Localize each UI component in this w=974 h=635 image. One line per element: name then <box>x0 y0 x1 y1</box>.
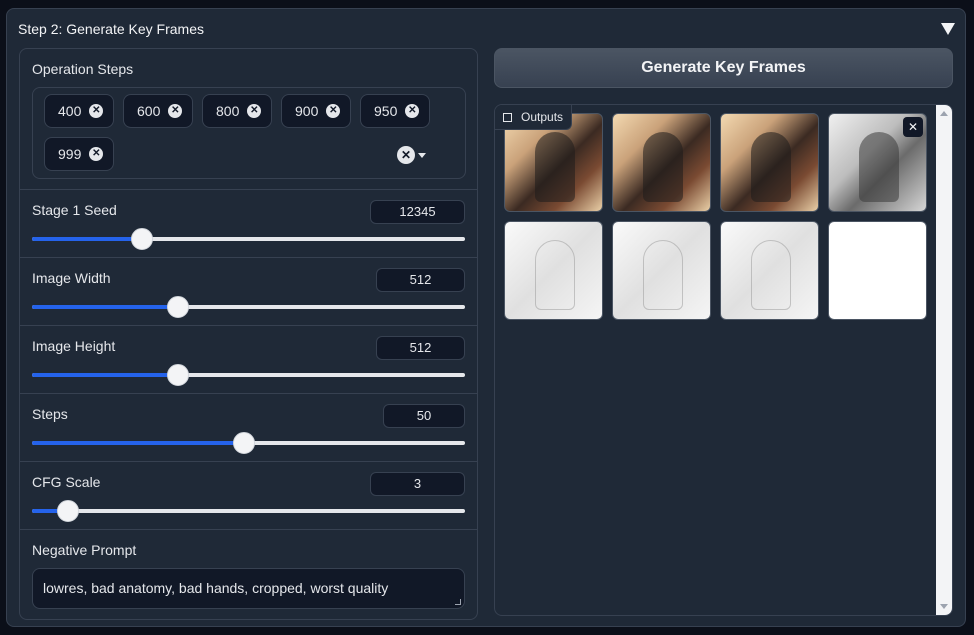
collapse-triangle-icon[interactable] <box>941 23 955 35</box>
height-slider[interactable] <box>32 364 465 386</box>
remove-chip-icon[interactable]: ✕ <box>89 147 104 161</box>
gallery-scrollbar[interactable] <box>936 105 952 615</box>
output-thumbnail[interactable] <box>612 221 711 320</box>
steps-slider-thumb[interactable] <box>233 432 256 454</box>
remove-chip-icon[interactable]: ✕ <box>247 104 262 118</box>
steps-block: Steps 50 <box>20 394 477 462</box>
chip-label: 900 <box>295 103 319 119</box>
height-slider-thumb[interactable] <box>167 364 190 386</box>
figure-shape <box>751 132 791 202</box>
step2-accordion: Step 2: Generate Key Frames Operation St… <box>6 8 966 627</box>
generate-key-frames-button[interactable]: Generate Key Frames <box>494 48 953 88</box>
height-slider-fill <box>32 373 179 377</box>
cfg-slider-thumb[interactable] <box>56 500 79 522</box>
operation-steps-label: Operation Steps <box>32 61 134 77</box>
negative-prompt-textarea[interactable]: lowres, bad anatomy, bad hands, cropped,… <box>32 568 465 609</box>
chip-400: 400 ✕ <box>44 94 114 128</box>
cfg-number-input[interactable]: 3 <box>370 472 465 496</box>
chip-label: 950 <box>374 103 398 119</box>
chip-label: 800 <box>216 103 240 119</box>
chevron-down-icon[interactable] <box>418 153 426 158</box>
seed-block: Stage 1 Seed 12345 <box>20 190 477 258</box>
steps-number-input[interactable]: 50 <box>383 404 465 428</box>
chip-900: 900 ✕ <box>281 94 351 128</box>
remove-chip-icon[interactable]: ✕ <box>405 104 420 118</box>
settings-panel: Operation Steps 400 ✕ 600 ✕ 800 ✕ 900 ✕ 950 ✕… <box>19 48 478 620</box>
negative-prompt-block: Negative Prompt lowres, bad anatomy, bad… <box>20 530 477 619</box>
negative-prompt-text: lowres, bad anatomy, bad hands, cropped,… <box>43 580 389 596</box>
height-block: Image Height 512 <box>20 326 477 394</box>
figure-shape <box>535 132 575 202</box>
remove-chip-icon[interactable]: ✕ <box>326 104 341 118</box>
clear-all-icon[interactable]: ✕ <box>397 146 415 164</box>
figure-shape <box>643 240 683 310</box>
chip-label: 400 <box>58 103 82 119</box>
outputs-gallery: Outputs ✕ <box>494 104 953 616</box>
width-label: Image Width <box>32 270 111 286</box>
seed-slider-thumb[interactable] <box>131 228 154 250</box>
cfg-label: CFG Scale <box>32 474 101 490</box>
width-slider-thumb[interactable] <box>167 296 190 318</box>
scroll-down-arrow-icon[interactable] <box>940 604 948 609</box>
outputs-label-text: Outputs <box>521 110 564 124</box>
steps-label: Steps <box>32 406 68 422</box>
steps-slider[interactable] <box>32 432 465 454</box>
outputs-label: Outputs <box>495 105 573 130</box>
width-block: Image Width 512 <box>20 258 477 326</box>
chip-800: 800 ✕ <box>202 94 272 128</box>
height-label: Image Height <box>32 338 116 354</box>
accordion-title[interactable]: Step 2: Generate Key Frames <box>18 21 204 37</box>
seed-number-input[interactable]: 12345 <box>370 200 465 224</box>
output-thumbnail[interactable] <box>828 221 927 320</box>
cfg-slider[interactable] <box>32 500 465 522</box>
seed-slider[interactable] <box>32 228 465 250</box>
steps-slider-fill <box>32 441 245 445</box>
scroll-up-arrow-icon[interactable] <box>940 111 948 116</box>
remove-chip-icon[interactable]: ✕ <box>89 104 104 118</box>
remove-chip-icon[interactable]: ✕ <box>168 104 183 118</box>
output-thumbnail[interactable] <box>504 221 603 320</box>
chip-950: 950 ✕ <box>360 94 430 128</box>
figure-shape <box>751 240 791 310</box>
seed-slider-fill <box>32 237 143 241</box>
operation-steps-multiselect[interactable]: 400 ✕ 600 ✕ 800 ✕ 900 ✕ 950 ✕ 999 ✕ ✕ <box>32 87 466 179</box>
chip-999: 999 ✕ <box>44 137 114 171</box>
negative-prompt-label: Negative Prompt <box>32 542 137 558</box>
image-icon <box>503 113 512 122</box>
cfg-block: CFG Scale 3 <box>20 462 477 530</box>
height-number-input[interactable]: 512 <box>376 336 465 360</box>
seed-label: Stage 1 Seed <box>32 202 117 218</box>
figure-shape <box>643 132 683 202</box>
chip-label: 999 <box>58 146 82 162</box>
output-thumbnail[interactable] <box>720 221 819 320</box>
width-slider-fill <box>32 305 179 309</box>
output-thumbnail[interactable] <box>612 113 711 212</box>
width-number-input[interactable]: 512 <box>376 268 465 292</box>
resize-handle-icon[interactable] <box>455 599 461 605</box>
figure-shape <box>535 240 575 310</box>
output-thumbnail[interactable]: ✕ <box>828 113 927 212</box>
chip-600: 600 ✕ <box>123 94 193 128</box>
operation-steps-block: Operation Steps 400 ✕ 600 ✕ 800 ✕ 900 ✕ 950 ✕… <box>20 49 477 190</box>
figure-shape <box>859 132 899 202</box>
width-slider[interactable] <box>32 296 465 318</box>
close-icon[interactable]: ✕ <box>903 117 923 137</box>
chip-label: 600 <box>137 103 161 119</box>
output-thumbnail[interactable] <box>720 113 819 212</box>
